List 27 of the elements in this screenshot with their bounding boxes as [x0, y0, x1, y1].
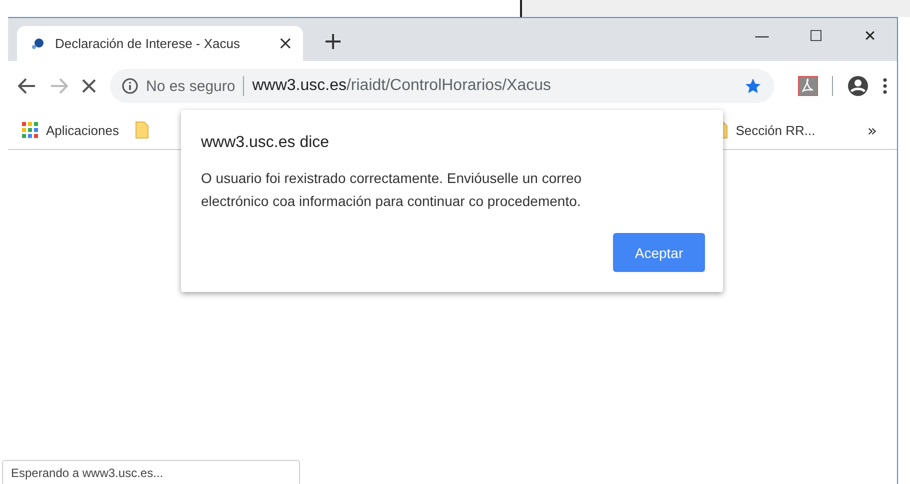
profile-icon[interactable] — [847, 75, 869, 97]
folder-icon — [135, 121, 149, 139]
pdf-extension-icon[interactable] — [798, 76, 818, 96]
minimize-button[interactable]: — — [735, 18, 789, 54]
dialog-message: O usuario foi rexistrado correctamente. Envióuselle un correo electrónico coa información para continuar co procedemento. — [201, 169, 583, 211]
back-icon[interactable] — [18, 78, 36, 94]
browser-tab[interactable]: Declaración de Interese - Xacus × — [17, 26, 303, 61]
close-button[interactable]: ✕ — [843, 18, 897, 54]
maximize-button[interactable]: ☐ — [789, 18, 843, 54]
new-tab-button[interactable]: + — [323, 27, 344, 55]
apps-grid-icon — [22, 122, 38, 138]
stop-icon[interactable] — [82, 79, 96, 93]
accept-button[interactable]: Aceptar — [613, 233, 705, 272]
url-text: www3.usc.es/riaidt/ControlHorarios/Xacus — [252, 77, 552, 95]
security-label: No es seguro — [146, 78, 236, 94]
forward-icon — [50, 78, 68, 94]
tab-close-button[interactable]: × — [278, 33, 293, 54]
favicon-icon — [31, 38, 45, 50]
dialog-title: www3.usc.es dice — [201, 134, 330, 152]
status-bubble: Esperando a www3.usc.es... — [2, 460, 300, 484]
menu-icon[interactable] — [883, 78, 887, 94]
bookmark-item[interactable]: Aplicaciones — [22, 122, 119, 138]
bookmark-star-icon[interactable] — [744, 77, 762, 95]
tab-title: Declaración de Interese - Xacus — [55, 36, 241, 51]
info-icon — [122, 78, 138, 94]
address-bar[interactable]: No es seguro www3.usc.es/riaidt/ControlHorarios/Xacus — [110, 69, 774, 103]
more-bookmarks-button[interactable]: » — [867, 120, 877, 140]
